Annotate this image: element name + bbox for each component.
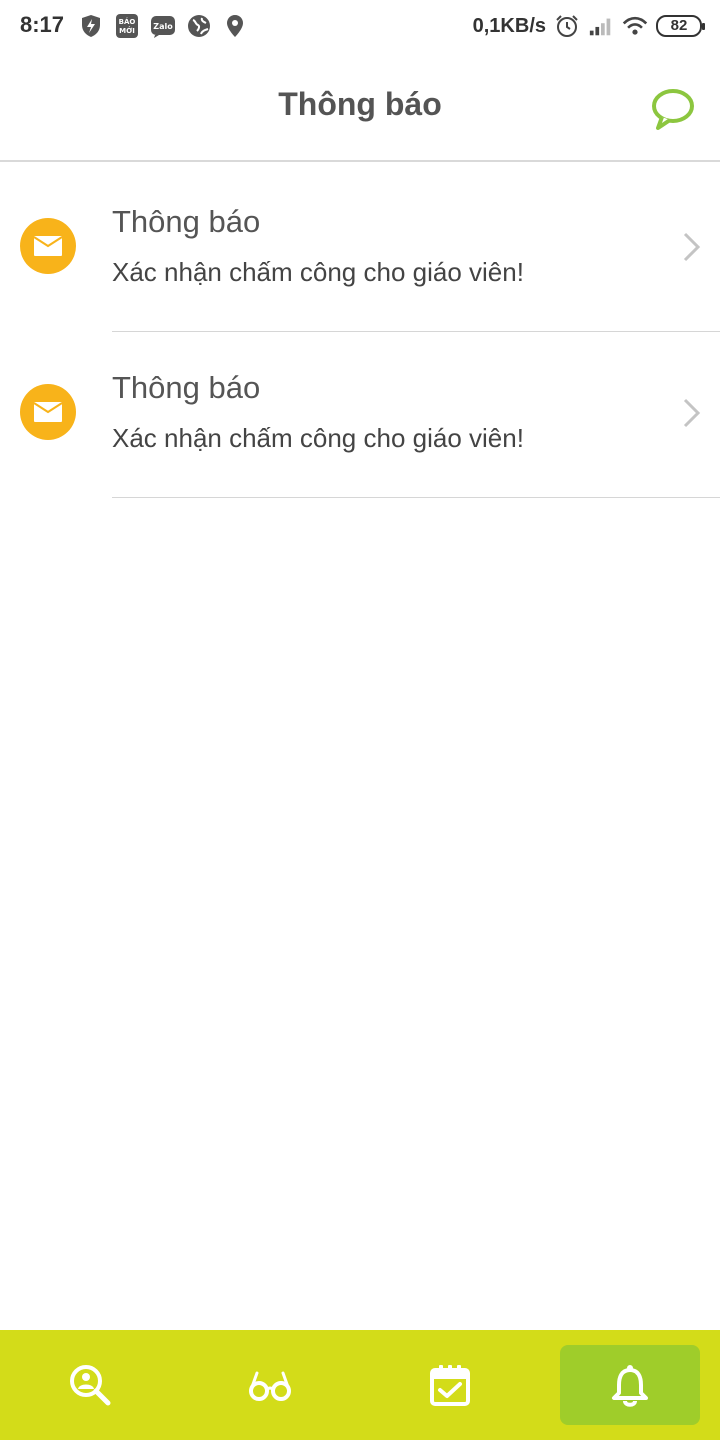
- status-time: 8:17: [20, 12, 65, 37]
- status-bar: 8:17 BÁO MỚI Zalo 0,1KB/s 82: [0, 0, 720, 52]
- notification-title: Thông báo: [112, 370, 261, 405]
- network-speed: 0,1KB/s: [472, 14, 546, 37]
- nav-notifications[interactable]: [560, 1345, 700, 1425]
- nav-calendar[interactable]: [380, 1345, 520, 1425]
- notification-item[interactable]: Thông báo Xác nhận chấm công cho giáo vi…: [0, 166, 720, 332]
- envelope-icon: [20, 384, 76, 440]
- alarm-icon: [554, 13, 580, 39]
- svg-text:Zalo: Zalo: [153, 22, 173, 31]
- status-right: 0,1KB/s 82: [472, 12, 705, 40]
- page-title: Thông báo: [278, 86, 442, 122]
- chat-bubble-icon: [652, 89, 694, 130]
- location-icon: [222, 13, 248, 39]
- glasses-icon: [249, 1371, 291, 1401]
- nav-search-user[interactable]: [20, 1345, 160, 1425]
- bell-icon: [612, 1365, 648, 1407]
- chevron-right-icon: [680, 230, 704, 264]
- search-user-icon: [70, 1365, 111, 1406]
- notification-title: Thông báo: [112, 204, 261, 239]
- notification-message: Xác nhận chấm công cho giáo viên!: [112, 257, 524, 287]
- notification-item[interactable]: Thông báo Xác nhận chấm công cho giáo vi…: [0, 332, 720, 498]
- status-left-icons: BÁO MỚI Zalo: [78, 12, 248, 40]
- chat-button[interactable]: [650, 86, 696, 132]
- divider: [112, 497, 720, 498]
- zalo-icon: Zalo: [150, 13, 176, 39]
- signal-icon: [588, 13, 614, 39]
- envelope-icon: [20, 218, 76, 274]
- bottom-nav: [0, 1330, 720, 1440]
- notification-list: Thông báo Xác nhận chấm công cho giáo vi…: [0, 166, 720, 498]
- notification-message: Xác nhận chấm công cho giáo viên!: [112, 423, 524, 453]
- calendar-check-icon: [430, 1365, 470, 1406]
- wifi-icon: [622, 13, 648, 39]
- chevron-right-icon: [680, 396, 704, 430]
- shield-bolt-icon: [78, 13, 104, 39]
- bao-moi-icon: BÁO MỚI: [114, 13, 140, 39]
- svg-text:MỚI: MỚI: [119, 26, 135, 35]
- nav-glasses[interactable]: [200, 1345, 340, 1425]
- globe-icon: [186, 13, 212, 39]
- app-header: Thông báo: [0, 52, 720, 162]
- svg-text:BÁO: BÁO: [119, 17, 136, 26]
- battery-icon: 82: [656, 15, 705, 37]
